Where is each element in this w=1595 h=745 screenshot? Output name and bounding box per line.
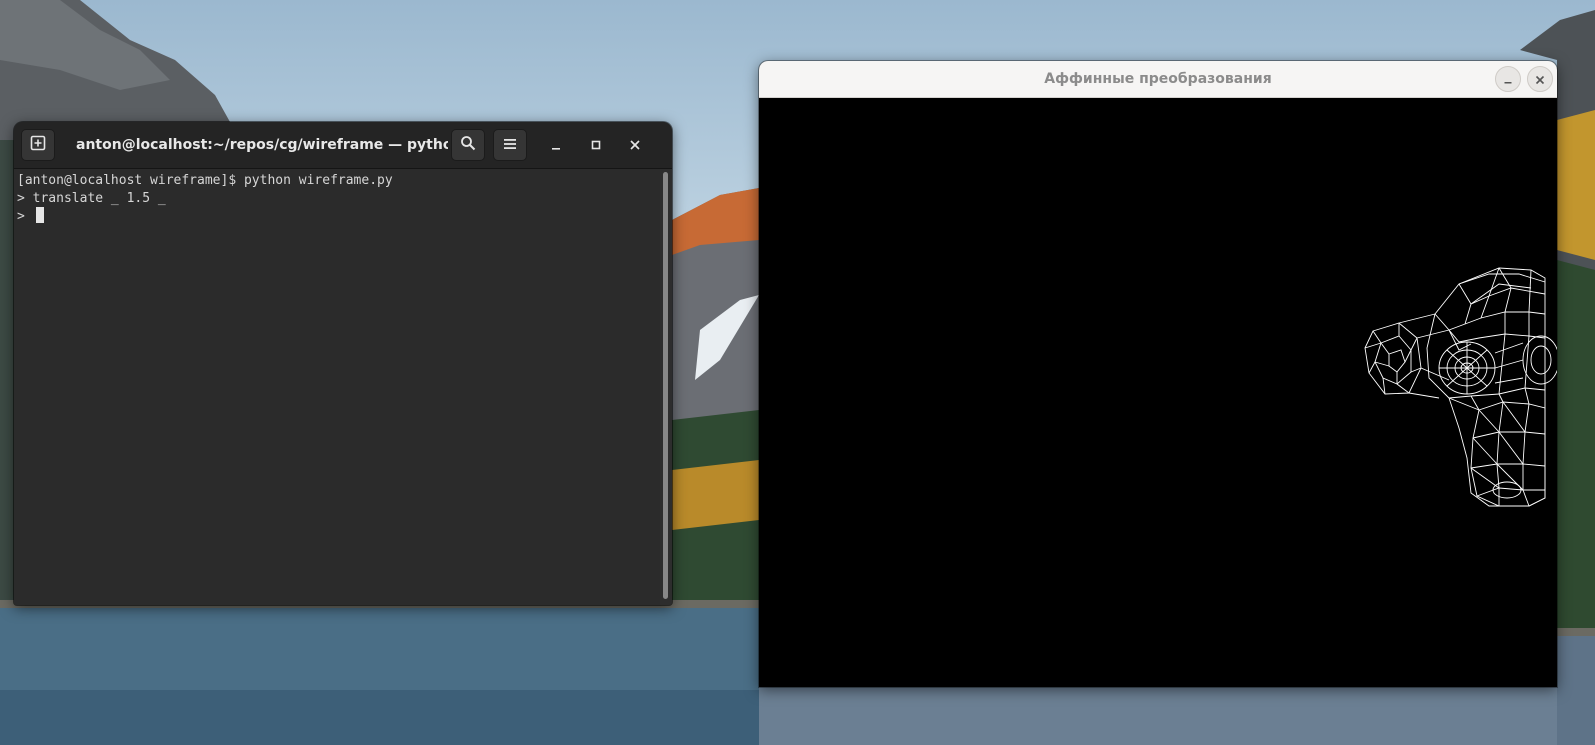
wireframe-model bbox=[1364, 267, 1557, 507]
terminal-close-button[interactable] bbox=[624, 134, 646, 156]
menu-button[interactable] bbox=[493, 129, 527, 161]
hamburger-menu-icon bbox=[503, 136, 517, 155]
graphics-window-title: Аффинные преобразования bbox=[1044, 71, 1272, 87]
terminal-header-bar[interactable]: anton@localhost:~/repos/cg/wireframe — p… bbox=[14, 122, 672, 169]
terminal-maximize-button[interactable] bbox=[585, 134, 607, 156]
search-button[interactable] bbox=[451, 129, 485, 161]
graphics-close-button[interactable] bbox=[1527, 66, 1553, 92]
close-icon bbox=[629, 136, 641, 155]
terminal-title: anton@localhost:~/repos/cg/wireframe — p… bbox=[76, 137, 448, 153]
graphics-minimize-button[interactable] bbox=[1495, 66, 1521, 92]
wireframe-canvas[interactable] bbox=[759, 98, 1557, 687]
terminal-window[interactable]: anton@localhost:~/repos/cg/wireframe — p… bbox=[14, 122, 672, 605]
terminal-output[interactable]: [anton@localhost wireframe]$ python wire… bbox=[14, 169, 660, 605]
graphics-header-bar[interactable]: Аффинные преобразования bbox=[759, 61, 1557, 98]
search-icon bbox=[460, 135, 476, 155]
graphics-window[interactable]: Аффинные преобразования bbox=[759, 61, 1557, 687]
new-tab-icon bbox=[30, 135, 46, 155]
maximize-icon bbox=[590, 136, 602, 155]
text-cursor bbox=[35, 207, 44, 223]
minimize-icon bbox=[550, 136, 562, 155]
terminal-line: [anton@localhost wireframe]$ python wire… bbox=[17, 173, 393, 188]
minimize-icon bbox=[1503, 70, 1513, 89]
new-tab-button[interactable] bbox=[21, 129, 55, 161]
close-icon bbox=[1535, 70, 1545, 89]
scrollbar-thumb[interactable] bbox=[663, 172, 668, 599]
terminal-line: > translate _ 1.5 _ bbox=[17, 190, 166, 206]
prompt-text: > bbox=[17, 209, 33, 224]
terminal-minimize-button[interactable] bbox=[545, 134, 567, 156]
terminal-scrollbar[interactable] bbox=[662, 172, 670, 599]
terminal-prompt-line[interactable]: > bbox=[17, 207, 660, 225]
